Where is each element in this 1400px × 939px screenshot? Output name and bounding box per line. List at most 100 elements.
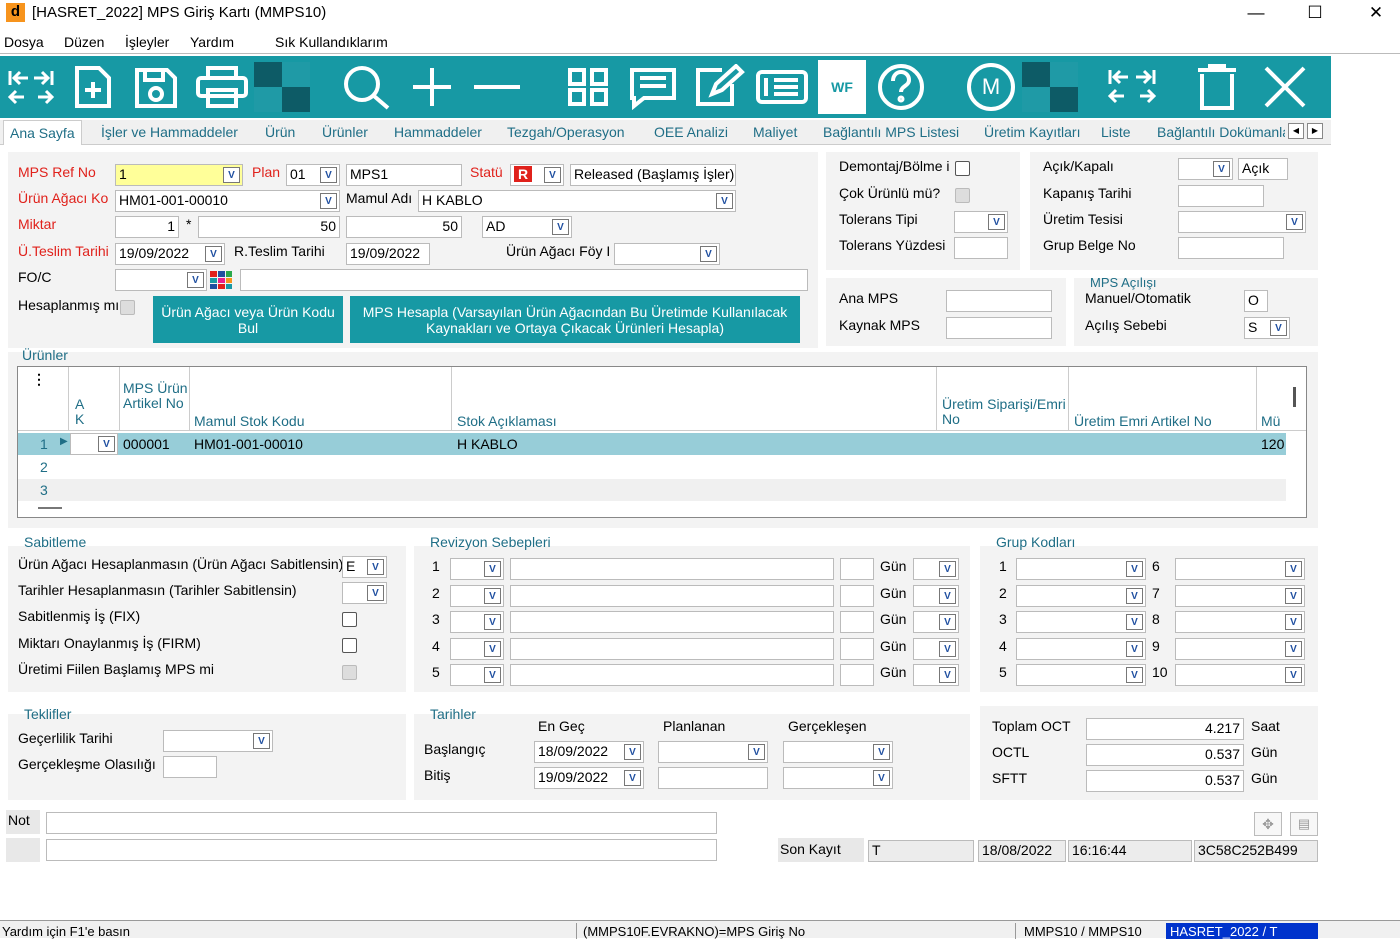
fo-description-field[interactable] [240,269,808,291]
dropdown-icon[interactable]: V [552,219,569,235]
col-artikel[interactable]: MPS Ürün Artikel No [123,381,189,411]
tolerans-yuzdesi-field[interactable] [954,237,1008,259]
find-product-button[interactable]: Ürün Ağacı veya Ürün Kodu Bul [153,296,343,343]
dropdown-icon[interactable]: V [367,559,384,575]
fo-field[interactable]: V [115,269,207,291]
save-icon[interactable] [128,60,182,114]
ak-field[interactable]: V [70,433,118,455]
dropdown-icon[interactable]: V [484,614,501,630]
vertical-scrollbar[interactable] [1293,387,1296,407]
menu-islevler[interactable]: İşleyler [125,34,169,50]
baslangic-planlanan-field[interactable]: V [658,741,768,763]
print-icon[interactable] [192,60,252,114]
demontaj-checkbox[interactable] [955,161,970,176]
rteslim-field[interactable]: 19/09/2022 [346,243,430,265]
clipboard-icon[interactable]: ▤ [1290,812,1318,836]
rev-code-field[interactable]: V [450,584,504,607]
rev-unit-field[interactable]: V [913,637,959,660]
dropdown-icon[interactable]: V [1126,587,1143,604]
basladi-checkbox[interactable] [342,665,357,680]
mamul-adi-field[interactable]: H KABLO V [418,190,736,212]
dropdown-icon[interactable]: V [367,585,384,601]
dropdown-icon[interactable]: V [1126,640,1143,657]
dropdown-icon[interactable]: V [624,744,641,760]
close-form-icon[interactable] [1256,60,1314,114]
not-field-2[interactable] [46,839,717,861]
dropdown-icon[interactable]: V [939,640,956,657]
list-icon[interactable] [752,60,812,114]
foy-field[interactable]: V [614,243,720,265]
acilis-sebebi-field[interactable]: SV [1244,317,1290,339]
dropdown-icon[interactable]: V [748,744,765,760]
col-stok-aciklamasi[interactable]: Stok Açıklaması [457,413,557,429]
dropdown-icon[interactable]: V [939,561,956,577]
search-icon[interactable] [336,60,396,114]
rev-gun-field[interactable] [840,664,874,686]
dropdown-icon[interactable]: V [700,246,717,262]
rev-text-field[interactable] [510,558,834,580]
rev-unit-field[interactable]: V [913,664,959,686]
col-stok-kodu[interactable]: Mamul Stok Kodu [194,413,305,429]
tab-maliyet[interactable]: Maliyet [753,124,797,140]
grup-code-field[interactable]: V [1016,611,1146,633]
mps-ref-field[interactable]: 1V [115,164,243,186]
tab-dokumanlar[interactable]: Bağlantılı Dokümanla [1157,124,1285,140]
rev-text-field[interactable] [510,637,834,660]
grup-belge-field[interactable] [1178,237,1284,259]
firm-checkbox[interactable] [342,638,357,653]
menu-favorites[interactable]: Sık Kullandıklarım [275,34,388,50]
minimize-button[interactable]: — [1236,2,1276,24]
baslangic-en-gec-field[interactable]: 18/09/2022 V [534,741,644,763]
grup-code-field[interactable]: V [1016,664,1146,686]
col-mu[interactable]: Mü [1261,413,1280,429]
rev-gun-field[interactable] [840,637,874,660]
hesaplanmis-checkbox[interactable] [120,300,135,315]
plan-field[interactable]: 01 V [286,164,340,186]
rev-code-field[interactable]: V [450,664,504,686]
close-button[interactable]: ✕ [1356,2,1396,24]
dropdown-icon[interactable]: V [320,167,337,183]
bitis-en-gec-field[interactable]: 19/09/2022 V [534,767,644,789]
dropdown-icon[interactable]: V [1270,320,1287,336]
edit-icon[interactable] [690,60,748,114]
grup-code-field[interactable]: V [1175,664,1305,686]
tab-liste[interactable]: Liste [1101,124,1131,140]
baslangic-gerceklesen-field[interactable]: V [783,741,893,763]
uretim-tesisi-field[interactable]: V [1178,211,1306,233]
tab-urunler[interactable]: Ürünler [322,124,368,140]
olasilik-field[interactable] [163,756,217,778]
tab-scroll-left[interactable]: ◀ [1288,123,1304,139]
miktar-c-field[interactable]: 50 [346,216,462,238]
dropdown-icon[interactable]: V [205,246,222,262]
m-icon[interactable]: M [960,60,1022,114]
grup-code-field[interactable]: V [1175,611,1305,633]
dropdown-icon[interactable]: V [873,770,890,786]
dropdown-icon[interactable]: V [988,214,1005,230]
tab-ana-sayfa[interactable]: Ana Sayfa [3,120,82,145]
bitis-gerceklesen-field[interactable]: V [783,767,893,789]
menu-yardim[interactable]: Yardım [190,34,234,50]
manuel-field[interactable]: O [1244,290,1268,312]
rev-unit-field[interactable]: V [913,584,959,607]
urun-agaci-field[interactable]: HM01-001-00010 V [115,190,340,212]
cok-urunlu-checkbox[interactable] [955,188,970,203]
rev-text-field[interactable] [510,584,834,607]
grid-menu-icon[interactable]: ⋮ [32,371,46,388]
move-icon[interactable]: ✥ [1254,812,1282,836]
dropdown-icon[interactable]: V [1285,587,1302,604]
dropdown-icon[interactable]: V [484,561,501,577]
sabit-1-field[interactable]: EV [342,556,387,578]
dropdown-icon[interactable]: V [484,640,501,657]
grup-code-field[interactable]: V [1016,558,1146,580]
dropdown-icon[interactable]: V [253,733,270,749]
sabit-2-field[interactable]: V [342,582,387,604]
tab-scroll-right[interactable]: ▶ [1307,123,1323,139]
dropdown-icon[interactable]: V [1285,614,1302,630]
grid-icon[interactable] [560,60,616,114]
dropdown-icon[interactable]: V [939,667,956,683]
new-icon[interactable] [66,60,118,114]
grup-code-field[interactable]: V [1175,637,1305,660]
dropdown-icon[interactable]: V [716,193,733,209]
menu-duzen[interactable]: Düzen [64,34,104,50]
dropdown-icon[interactable]: V [1285,561,1302,577]
